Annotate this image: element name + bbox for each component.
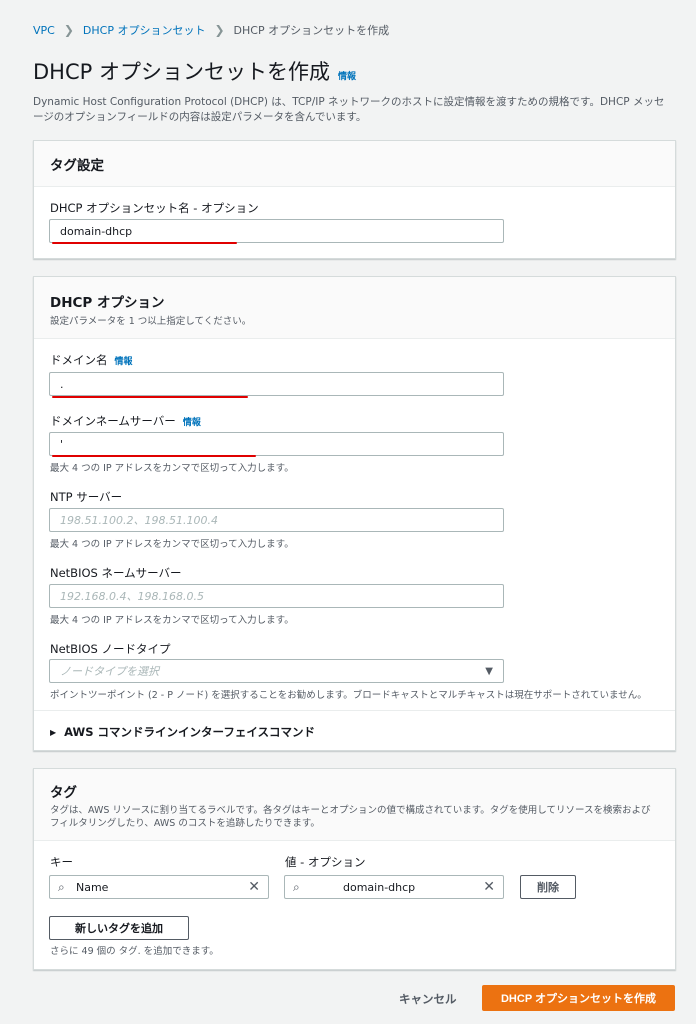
annotation-underline xyxy=(52,396,248,398)
caret-down-icon: ▼ xyxy=(485,665,493,677)
option-set-name-input[interactable] xyxy=(49,219,504,243)
create-dhcp-option-set-button[interactable]: DHCP オプションセットを作成 xyxy=(482,985,675,1011)
tags-remaining-hint: さらに 49 個の タグ. を追加できます。 xyxy=(50,946,219,957)
caret-right-icon: ▶ xyxy=(50,727,57,737)
tags-description: タグは、AWS リソースに割り当てるラベルです。各タグはキーとオプションの値で構… xyxy=(50,805,651,829)
close-icon[interactable]: ✕ xyxy=(483,879,495,895)
cancel-button[interactable]: キャンセル xyxy=(399,991,457,1007)
tag-key-value: Name xyxy=(76,880,109,894)
annotation-underline xyxy=(52,242,237,244)
dhcp-options-header: DHCP オプション 設定パラメータを 1 つ以上指定してください。 xyxy=(34,277,675,339)
chevron-right-icon: ❯ xyxy=(214,23,225,37)
netbios-type-label: NetBIOS ノードタイプ xyxy=(50,642,171,656)
ntp-input[interactable] xyxy=(49,508,504,532)
cli-command-expander[interactable]: ▶ AWS コマンドラインインターフェイスコマンド xyxy=(50,724,315,740)
tags-panel: タグ タグは、AWS リソースに割り当てるラベルです。各タグはキーとオプションの… xyxy=(33,768,676,970)
search-icon: ⌕ xyxy=(58,879,65,894)
ntp-label: NTP サーバー xyxy=(50,490,123,504)
breadcrumb-current: DHCP オプションセットを作成 xyxy=(233,24,390,37)
page-description: Dynamic Host Configuration Protocol (DHC… xyxy=(33,96,665,123)
add-tag-button[interactable]: 新しいタグを追加 xyxy=(49,916,189,940)
tag-key-label: キー xyxy=(50,855,73,869)
netbios-ns-input[interactable] xyxy=(49,584,504,608)
dns-label: ドメインネームサーバー 情報 xyxy=(50,414,201,428)
option-set-name-label: DHCP オプションセット名 - オプション xyxy=(50,201,259,215)
breadcrumb-dhcp-option-sets[interactable]: DHCP オプションセット xyxy=(83,22,206,38)
dhcp-options-title: DHCP オプション xyxy=(50,295,165,311)
tag-value-value: domain-dhcp xyxy=(343,880,416,894)
domain-name-input[interactable] xyxy=(49,372,504,396)
tag-settings-title: タグ設定 xyxy=(50,157,104,174)
breadcrumb-vpc[interactable]: VPC xyxy=(33,24,55,37)
domain-name-info-link[interactable]: 情報 xyxy=(115,357,133,367)
netbios-type-placeholder: ノードタイプを選択 xyxy=(60,665,159,678)
search-icon: ⌕ xyxy=(293,879,300,894)
netbios-ns-hint: 最大 4 つの IP アドレスをカンマで区切って入力します。 xyxy=(50,615,294,626)
dhcp-options-subtitle: 設定パラメータを 1 つ以上指定してください。 xyxy=(50,316,252,327)
breadcrumb: VPC ❯ DHCP オプションセット ❯ DHCP オプションセットを作成 xyxy=(33,22,389,38)
remove-tag-button[interactable]: 削除 xyxy=(520,875,576,899)
tags-title: タグ xyxy=(50,785,77,801)
netbios-type-select[interactable]: ノードタイプを選択 ▼ xyxy=(49,659,504,683)
tags-header: タグ タグは、AWS リソースに割り当てるラベルです。各タグはキーとオプションの… xyxy=(34,769,675,841)
annotation-underline xyxy=(52,455,256,457)
dns-hint: 最大 4 つの IP アドレスをカンマで区切って入力します。 xyxy=(50,463,294,474)
netbios-ns-label: NetBIOS ネームサーバー xyxy=(50,566,182,580)
close-icon[interactable]: ✕ xyxy=(248,879,260,895)
domain-name-label: ドメイン名 情報 xyxy=(50,353,133,367)
dns-info-link[interactable]: 情報 xyxy=(183,418,201,428)
dns-input[interactable] xyxy=(49,432,504,456)
tag-key-input[interactable]: ⌕ Name ✕ xyxy=(49,875,269,899)
dhcp-options-panel: DHCP オプション 設定パラメータを 1 つ以上指定してください。 ドメイン名… xyxy=(33,276,676,751)
page-title: DHCP オプションセットを作成 xyxy=(33,60,330,84)
ntp-hint: 最大 4 つの IP アドレスをカンマで区切って入力します。 xyxy=(50,539,294,550)
divider xyxy=(34,710,675,711)
page-header: DHCP オプションセットを作成 情報 xyxy=(33,56,356,86)
tag-settings-panel: タグ設定 DHCP オプションセット名 - オプション xyxy=(33,140,676,259)
tag-value-label: 値 - オプション xyxy=(285,855,366,869)
netbios-type-hint: ポイントツーポイント (2 - P ノード) を選択することをお勧めします。ブロ… xyxy=(50,690,647,701)
tag-value-input[interactable]: ⌕ domain-dhcp ✕ xyxy=(284,875,504,899)
cli-command-expander-label: AWS コマンドラインインターフェイスコマンド xyxy=(64,725,315,739)
page-info-link[interactable]: 情報 xyxy=(338,69,356,82)
chevron-right-icon: ❯ xyxy=(63,23,74,37)
tag-settings-header: タグ設定 xyxy=(34,141,675,187)
